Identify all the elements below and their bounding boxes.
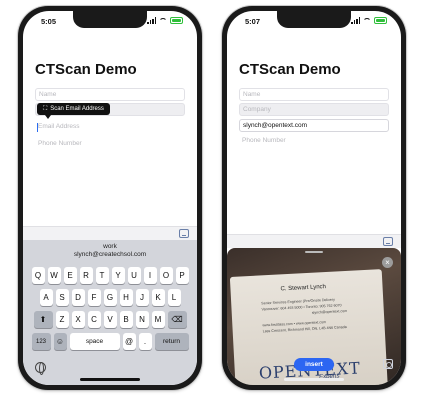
dot-key[interactable]: . (138, 333, 152, 350)
home-indicator (80, 378, 140, 381)
keyboard-accessory-bar (227, 234, 401, 248)
globe-icon[interactable] (35, 362, 46, 375)
wifi-icon (159, 17, 167, 24)
key-q[interactable]: Q (31, 267, 45, 284)
key-l[interactable]: L (167, 289, 181, 306)
battery-icon (170, 17, 183, 24)
left-phone: 5:05 CTScan Demo Name ⛶ Scan Email Addre… (18, 6, 202, 390)
wifi-icon (363, 17, 371, 24)
phone-field[interactable]: Phone Number (35, 138, 185, 151)
return-key[interactable]: return (154, 333, 189, 350)
insert-button[interactable]: insert (294, 358, 334, 371)
key-row-4: 123 ☺ space @ . return (23, 333, 197, 350)
card-line-3: slynch@opentext.com (311, 308, 348, 315)
status-time: 5:07 (245, 17, 261, 26)
name-field[interactable]: Name (239, 88, 389, 101)
scan-icon: ⛶ (43, 105, 48, 112)
key-a[interactable]: A (39, 289, 53, 306)
keyboard: work slynch@createchsol.com Q W E R T Y … (23, 240, 197, 385)
right-screen: 5:07 CTScan Demo Name Company slynch@ope… (227, 11, 401, 385)
key-row-3: ⬆ Z X C V B N M ⌫ (23, 311, 197, 328)
scan-text-icon[interactable] (383, 237, 393, 246)
key-f[interactable]: F (87, 289, 101, 306)
key-row-1: Q W E R T Y U I O P (23, 267, 197, 284)
signal-icon (351, 17, 360, 24)
company-field[interactable]: Company (239, 103, 389, 116)
live-text-camera: C. Stewart Lynch Senior Services Enginee… (227, 248, 401, 385)
live-text-icon[interactable] (383, 359, 393, 369)
at-key[interactable]: @ (122, 333, 136, 350)
key-j[interactable]: J (135, 289, 149, 306)
key-i[interactable]: I (143, 267, 157, 284)
status-icons (351, 17, 387, 24)
key-g[interactable]: G (103, 289, 117, 306)
shift-key[interactable]: ⬆ (33, 311, 53, 328)
autofill-suggestion[interactable]: work slynch@createchsol.com (23, 240, 197, 262)
sheet-grabber[interactable] (305, 251, 323, 253)
email-placeholder: Email Address (38, 123, 80, 130)
key-h[interactable]: H (119, 289, 133, 306)
key-n[interactable]: N (135, 311, 149, 328)
home-indicator (284, 378, 344, 381)
key-s[interactable]: S (55, 289, 69, 306)
notch (277, 11, 351, 28)
key-e[interactable]: E (63, 267, 77, 284)
key-d[interactable]: D (71, 289, 85, 306)
key-u[interactable]: U (127, 267, 141, 284)
key-c[interactable]: C (87, 311, 101, 328)
email-field[interactable]: slynch@opentext.com (239, 119, 389, 132)
key-row-2: A S D F G H J K L (23, 289, 197, 306)
key-o[interactable]: O (159, 267, 173, 284)
key-y[interactable]: Y (111, 267, 125, 284)
delete-key[interactable]: ⌫ (167, 311, 187, 328)
keyboard-accessory-bar (23, 226, 197, 240)
status-time: 5:05 (41, 17, 57, 26)
numbers-key[interactable]: 123 (31, 333, 51, 350)
key-v[interactable]: V (103, 311, 117, 328)
key-m[interactable]: M (151, 311, 165, 328)
status-icons (147, 17, 183, 24)
key-k[interactable]: K (151, 289, 165, 306)
scan-email-tooltip[interactable]: ⛶ Scan Email Address (37, 103, 110, 119)
left-screen: 5:05 CTScan Demo Name ⛶ Scan Email Addre… (23, 11, 197, 385)
card-name: C. Stewart Lynch (280, 284, 327, 293)
battery-icon (374, 17, 387, 24)
scan-email-label: Scan Email Address (50, 106, 104, 112)
name-field[interactable]: Name (35, 88, 185, 101)
key-p[interactable]: P (175, 267, 189, 284)
scan-text-icon[interactable] (179, 229, 189, 238)
key-b[interactable]: B (119, 311, 133, 328)
space-key[interactable]: space (69, 333, 120, 350)
email-field[interactable]: Email Address (35, 121, 185, 134)
page-title: CTScan Demo (239, 61, 341, 78)
key-x[interactable]: X (71, 311, 85, 328)
emoji-key[interactable]: ☺ (53, 333, 67, 350)
page-title: CTScan Demo (35, 61, 137, 78)
suggestion-title: work (103, 243, 117, 250)
notch (73, 11, 147, 28)
suggestion-value: slynch@createchsol.com (73, 251, 147, 258)
key-w[interactable]: W (47, 267, 61, 284)
key-t[interactable]: T (95, 267, 109, 284)
text-cursor (37, 123, 38, 132)
key-r[interactable]: R (79, 267, 93, 284)
signal-icon (147, 17, 156, 24)
close-icon[interactable]: × (382, 257, 393, 268)
phone-field[interactable]: Phone Number (239, 135, 389, 148)
right-phone: 5:07 CTScan Demo Name Company slynch@ope… (222, 6, 406, 390)
key-z[interactable]: Z (55, 311, 69, 328)
